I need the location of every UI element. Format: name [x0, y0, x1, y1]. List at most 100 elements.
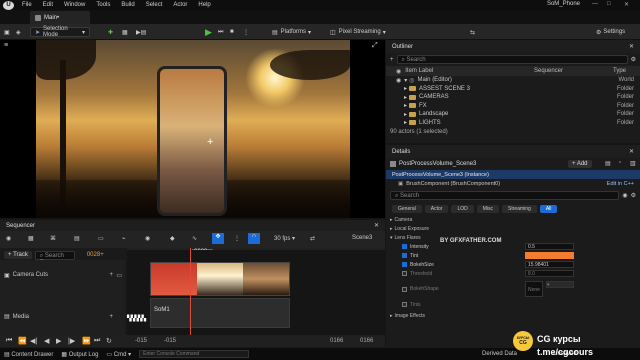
stop-icon[interactable]: ■ — [230, 27, 234, 37]
curve-icon[interactable]: ∿ — [192, 235, 197, 242]
blueprint-icon[interactable]: ▦ — [122, 27, 128, 37]
camera-icon[interactable]: ◉ — [6, 235, 11, 242]
menu-edit[interactable]: Edit — [43, 2, 53, 8]
close-icon[interactable]: ✕ — [629, 148, 634, 155]
add-actor-icon[interactable]: ✚ — [108, 27, 113, 37]
console-input[interactable]: Enter Console Command — [139, 350, 250, 358]
lock-icon[interactable]: ▫ — [619, 160, 621, 166]
filter-lod[interactable]: LOD — [451, 205, 474, 213]
add-component-button[interactable]: + Add — [568, 160, 592, 168]
track-media[interactable]: ▤ Media + — [0, 290, 125, 324]
magnet-icon[interactable]: ∩ — [248, 233, 260, 244]
loop-icon[interactable]: ⇄ — [310, 235, 315, 242]
add-icon[interactable]: + — [109, 314, 113, 320]
menu-actor[interactable]: Actor — [173, 2, 187, 8]
add-icon[interactable]: + — [109, 272, 113, 278]
chevron-right-icon[interactable]: ▸ — [404, 102, 407, 109]
section-local-exposure[interactable]: ▸ Local Exposure — [386, 224, 640, 233]
outliner-tab[interactable]: Outliner ✕ — [386, 40, 640, 53]
prop-bokeh-size[interactable]: BokehSize 15.98401 — [386, 260, 640, 269]
media-section[interactable]: SoM1 — [150, 298, 290, 328]
settings-button[interactable]: ⚙ Settings — [596, 27, 625, 37]
outliner-row[interactable]: ▸ LIGHTS Folder — [386, 119, 640, 128]
chevron-right-icon[interactable]: ▸ — [404, 85, 407, 92]
viewport-menu-icon[interactable]: ≡ — [4, 42, 8, 49]
settings-icon[interactable]: ⚙ — [631, 192, 636, 199]
menu-help[interactable]: Help — [198, 2, 210, 8]
snap-icon[interactable]: ⌘ — [50, 235, 56, 242]
add-track-button[interactable]: + Track — [4, 251, 32, 259]
next-key-icon[interactable]: ⏩ — [82, 337, 91, 345]
output-log-button[interactable]: ▦ Output Log — [61, 351, 98, 358]
magnet-dropdown-icon[interactable]: ⋮ — [234, 235, 240, 242]
prop-value-input[interactable]: 8.0 — [525, 270, 574, 277]
prop-value-input[interactable]: 0.5 — [525, 243, 574, 250]
filter-streaming[interactable]: Streaming — [502, 205, 537, 213]
prop-tints[interactable]: Tints — [386, 300, 640, 309]
override-checkbox[interactable] — [402, 253, 407, 258]
camera-lock-icon[interactable]: ▭ — [116, 272, 122, 279]
filter-all[interactable]: All — [539, 205, 558, 213]
override-checkbox[interactable] — [402, 244, 407, 249]
pixel-streaming-button[interactable]: ◫ Pixel Streaming ▾ — [330, 27, 386, 37]
sequencer-tab[interactable]: Sequencer ✕ — [0, 220, 385, 231]
details-search-input[interactable]: ⌕ Search — [390, 191, 620, 200]
menu-build[interactable]: Build — [121, 2, 134, 8]
timecode-left-view[interactable]: -015 — [164, 338, 176, 344]
selection-mode-dropdown[interactable]: ➤ Selection Mode ▾ — [30, 26, 90, 38]
cinematics-icon[interactable]: ▶▤ — [136, 27, 146, 37]
derived-data-button[interactable]: Derived Data — [482, 351, 517, 357]
instance-row[interactable]: PostProcessVolume_Scene3 (Instance) — [386, 170, 640, 179]
component-row[interactable]: ▣ BrushComponent (BrushComponent0) Edit … — [386, 179, 640, 188]
fps-dropdown[interactable]: 30 fps ▾ — [274, 235, 295, 242]
menu-select[interactable]: Select — [146, 2, 163, 8]
unreal-logo-icon[interactable]: U — [3, 0, 14, 10]
step-forward-icon[interactable]: |▶ — [68, 337, 75, 345]
filter-actor[interactable]: Actor — [424, 205, 449, 213]
maximize-icon[interactable]: □ — [607, 1, 611, 7]
outliner-row[interactable]: ▸ CAMERAS Folder — [386, 93, 640, 102]
chevron-right-icon[interactable]: ▸ — [404, 119, 407, 126]
outliner-row[interactable]: ▸ FX Folder — [386, 102, 640, 111]
details-tab[interactable]: Details ✕ — [386, 145, 640, 158]
section-lens-flares[interactable]: ▾ Lens Flares — [386, 233, 640, 242]
render-icon[interactable]: ▦ — [28, 235, 34, 242]
filter-general[interactable]: General — [392, 205, 422, 213]
jump-end-icon[interactable]: ⏭ — [94, 337, 100, 345]
timecode-right-view[interactable]: 0166 — [330, 338, 343, 344]
bokeh-shape-dropdown[interactable]: ▾ — [546, 281, 574, 288]
menu-tools[interactable]: Tools — [96, 2, 110, 8]
close-icon[interactable]: ✕ — [624, 1, 629, 8]
filter-icon[interactable]: ◆ — [170, 235, 175, 242]
outliner-row[interactable]: ▸ ASSEST SCENE 3 Folder — [386, 85, 640, 94]
override-checkbox[interactable] — [402, 262, 407, 267]
play-icon[interactable]: ▶ — [205, 27, 212, 37]
snap-toggle-icon[interactable]: ✥ — [212, 233, 224, 244]
save-icon[interactable]: ▣ — [4, 27, 10, 37]
phone-model[interactable] — [157, 66, 227, 216]
eye-icon[interactable]: ◉ — [145, 235, 150, 242]
col-sequencer[interactable]: Sequencer — [534, 68, 563, 74]
chevron-right-icon[interactable]: ▸ — [404, 111, 407, 118]
modes-icon[interactable]: ◈ — [16, 27, 21, 37]
chevron-right-icon[interactable]: ▸ — [404, 94, 407, 101]
blueprint-icon[interactable]: ▤ — [605, 160, 611, 167]
prop-threshold[interactable]: Threshold 8.0 — [386, 269, 640, 278]
track-camera-cuts[interactable]: ▣ Camera Cuts + ▭ — [0, 260, 125, 290]
prop-bokeh-shape[interactable]: BokehShape None ▾ — [386, 278, 640, 300]
outliner-search-input[interactable]: ⌕ Search — [396, 55, 628, 64]
jump-start-icon[interactable]: ⏮ — [6, 337, 12, 345]
close-icon[interactable]: ✕ — [629, 43, 634, 50]
override-checkbox[interactable] — [402, 271, 407, 276]
edit-cpp-link[interactable]: Edit in C++ — [607, 181, 634, 187]
settings-icon[interactable]: ⚙ — [631, 56, 636, 63]
outliner-row[interactable]: ▸ Landscape Folder — [386, 110, 640, 119]
prop-tint[interactable]: Tint — [386, 251, 640, 260]
section-image-effects[interactable]: ▸ Image Effects — [386, 311, 640, 320]
col-type[interactable]: Type — [613, 68, 626, 74]
play-options-icon[interactable]: ⋮ — [243, 27, 249, 37]
loop-icon[interactable]: ↻ — [106, 337, 112, 345]
tab-main[interactable]: Main• — [30, 11, 90, 24]
step-back-icon[interactable]: ◀| — [30, 337, 37, 345]
menu-window[interactable]: Window — [64, 2, 85, 8]
